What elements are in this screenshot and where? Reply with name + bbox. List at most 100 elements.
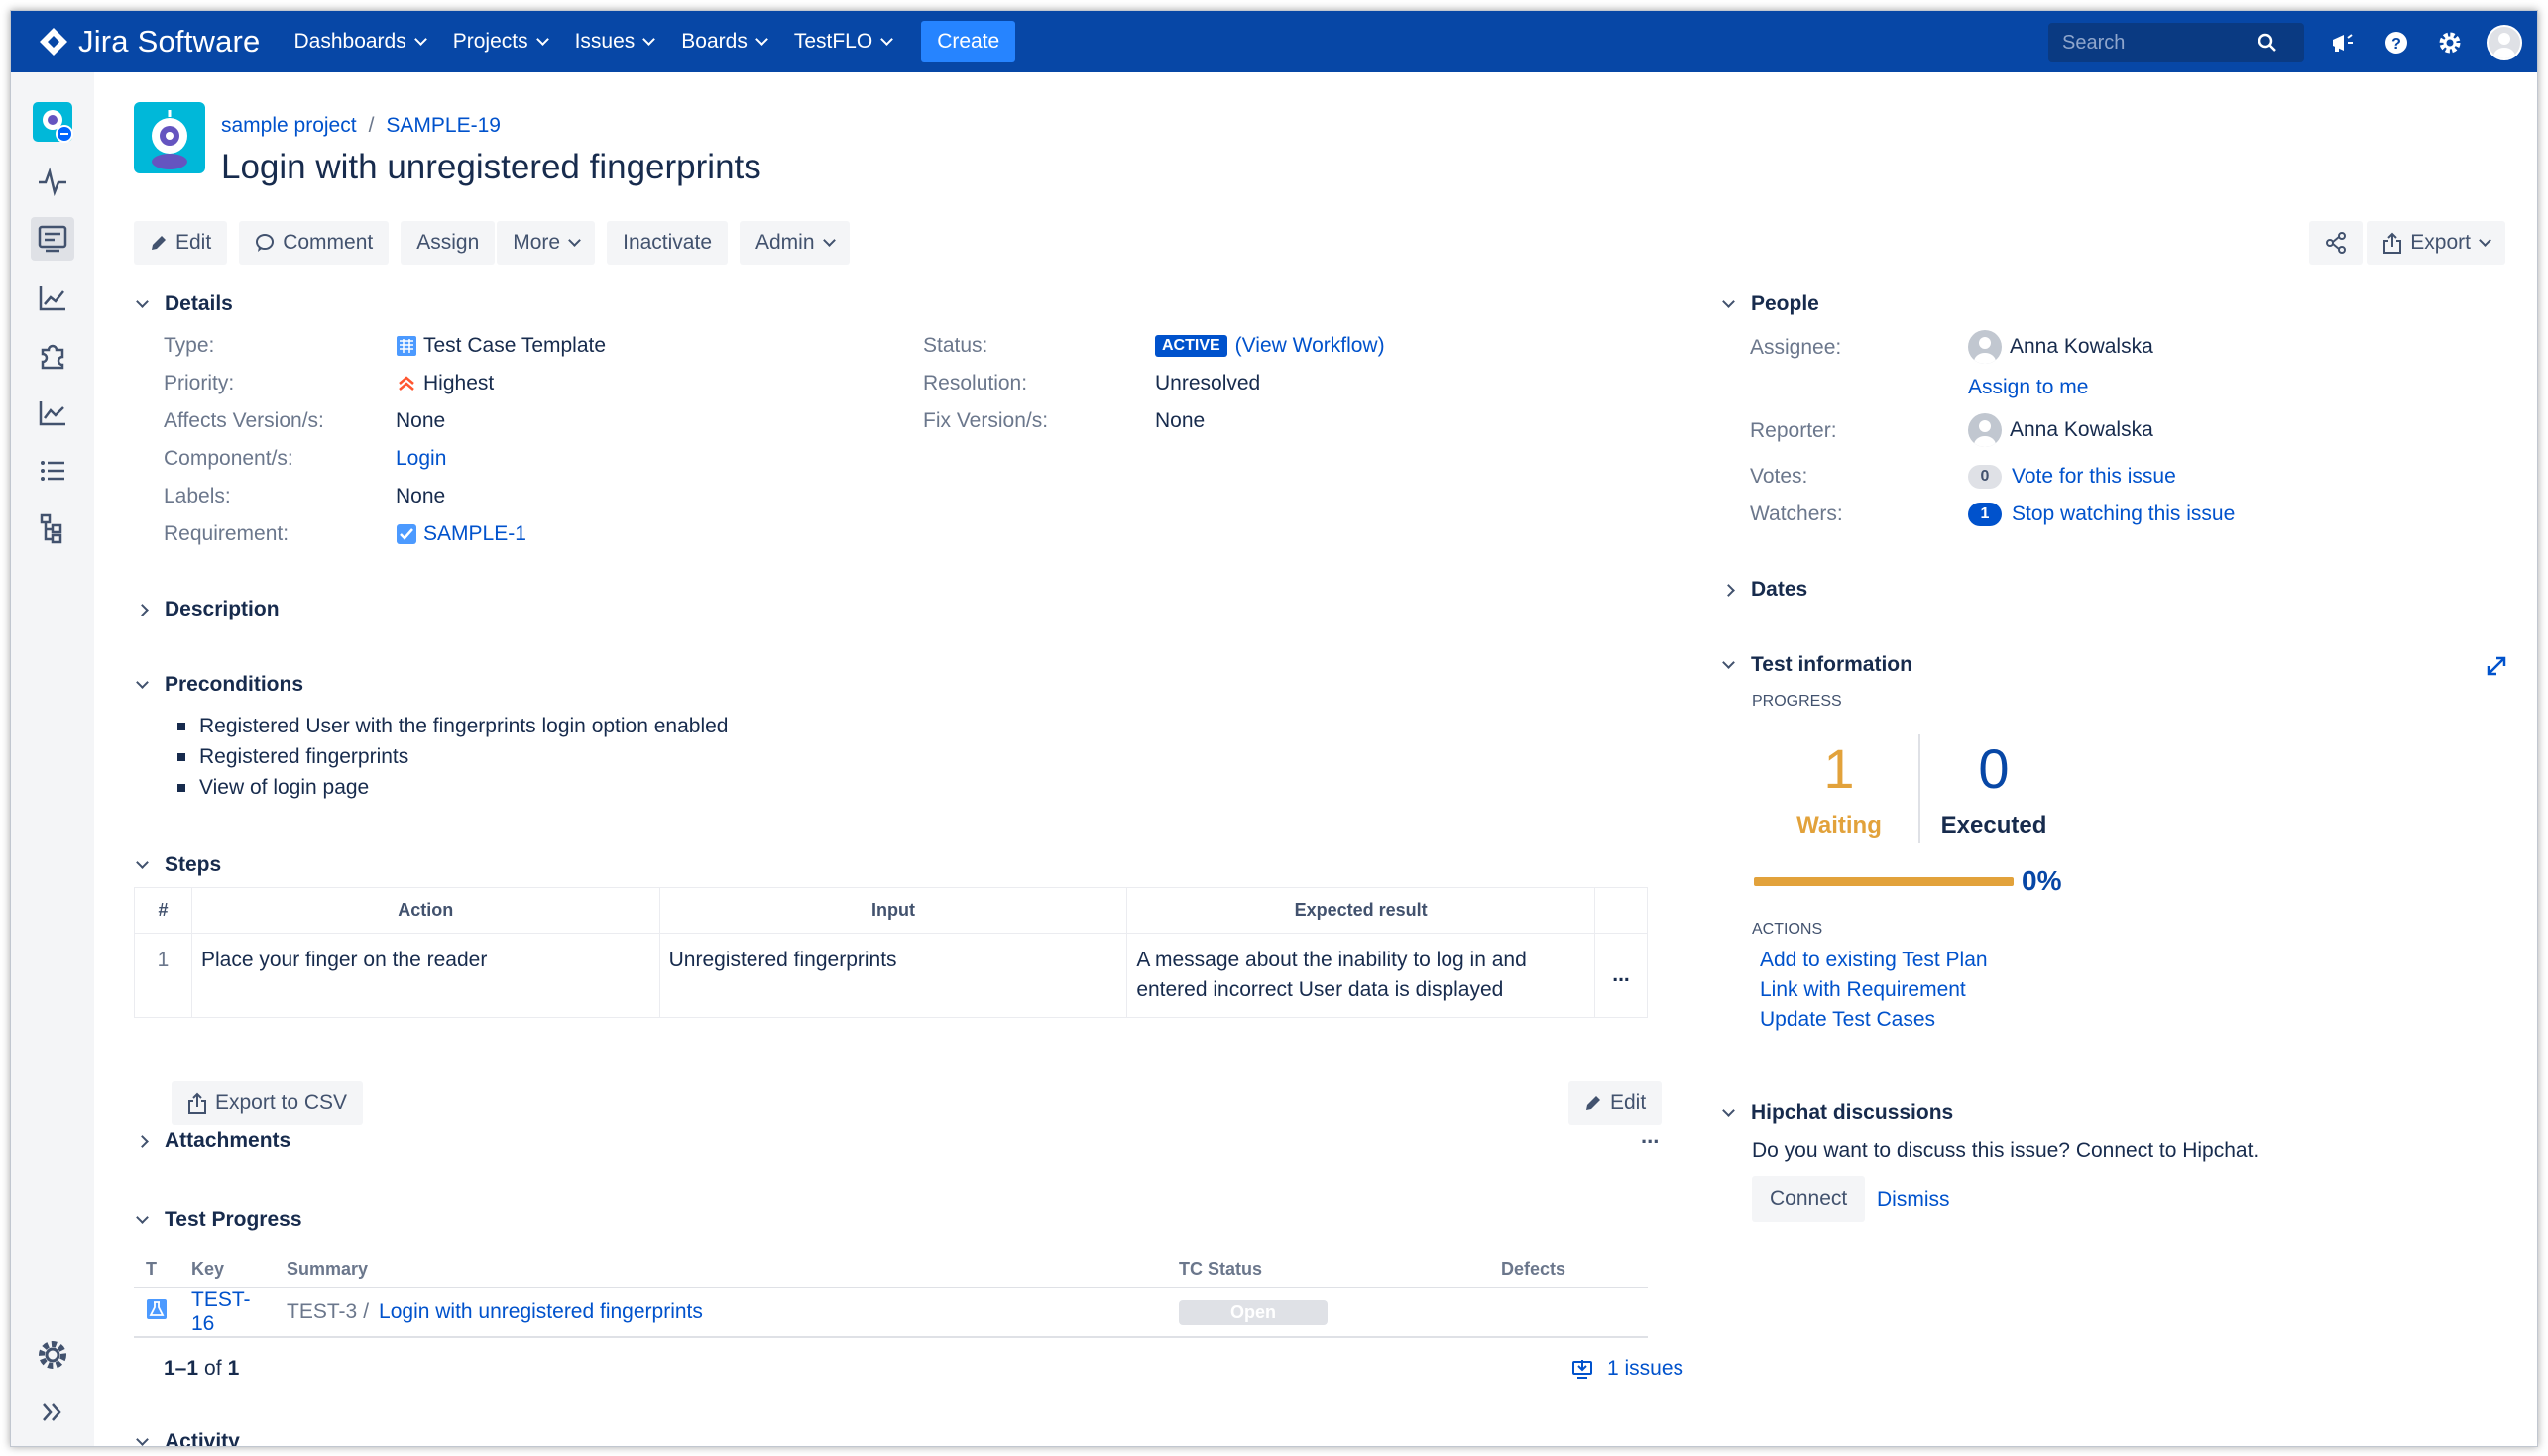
update-test-cases-link[interactable]: Update Test Cases	[1760, 1008, 1935, 1032]
more-button[interactable]: More	[497, 221, 596, 265]
brand[interactable]: Jira Software	[39, 24, 261, 59]
breadcrumb-issue-link[interactable]: SAMPLE-19	[386, 114, 501, 138]
activity-section-toggle[interactable]: Activity	[136, 1430, 240, 1447]
dates-section-toggle[interactable]: Dates	[1722, 578, 1807, 602]
executed-count: 0	[1978, 737, 2010, 800]
connect-button[interactable]: Connect	[1752, 1176, 1866, 1222]
export-csv-button[interactable]: Export to CSV	[172, 1081, 364, 1125]
user-avatar[interactable]	[2487, 25, 2522, 60]
steps-section-toggle[interactable]: Steps	[136, 853, 221, 877]
search-input[interactable]	[2048, 31, 2257, 55]
test-information-section-toggle[interactable]: Test information	[1722, 653, 1912, 677]
vote-link[interactable]: Vote for this issue	[2012, 465, 2176, 489]
preconditions-section-toggle[interactable]: Preconditions	[136, 673, 303, 697]
test-key-link[interactable]: TEST-16	[191, 1288, 251, 1335]
search-icon[interactable]	[2257, 32, 2278, 54]
project-avatar-icon[interactable]	[31, 100, 74, 144]
expand-icon[interactable]	[2484, 653, 2509, 679]
share-button[interactable]	[2309, 221, 2364, 265]
tc-status-cell: Open	[1167, 1288, 1489, 1338]
notifications-megaphone-icon[interactable]	[2326, 26, 2360, 59]
votes-count-badge: 0	[1968, 465, 2002, 489]
nav-projects[interactable]: Projects	[452, 30, 549, 54]
stop-watching-link[interactable]: Stop watching this issue	[2012, 503, 2235, 526]
settings-gear-icon[interactable]	[2433, 26, 2467, 59]
column-header-actions	[1593, 887, 1649, 934]
details-section-toggle[interactable]: Details	[136, 292, 233, 316]
defects-cell	[1489, 1288, 1648, 1338]
inactivate-button[interactable]: Inactivate	[607, 221, 728, 265]
steps-edit-button[interactable]: Edit	[1568, 1081, 1663, 1125]
dismiss-link[interactable]: Dismiss	[1877, 1188, 1950, 1212]
summary-cell: TEST-3 / Login with unregistered fingerpri…	[275, 1288, 1167, 1338]
link-with-requirement-link[interactable]: Link with Requirement	[1760, 978, 1966, 1002]
edit-button[interactable]: Edit	[134, 221, 228, 265]
chevron-down-icon	[136, 294, 149, 308]
chevron-down-icon	[413, 33, 427, 46]
jira-logo-icon	[40, 28, 67, 56]
nav-boards[interactable]: Boards	[681, 30, 768, 54]
hipchat-section-toggle[interactable]: Hipchat discussions	[1722, 1101, 1953, 1125]
column-header: Action	[190, 887, 660, 934]
project-avatar[interactable]	[134, 102, 205, 173]
step-more-menu[interactable]: ...	[1593, 933, 1649, 1018]
nav-label: Projects	[452, 30, 528, 53]
attachments-section-toggle[interactable]: Attachments	[136, 1129, 290, 1153]
people-heading: People	[1751, 292, 1819, 315]
requirement-link[interactable]: SAMPLE-1	[423, 522, 526, 546]
component-link[interactable]: Login	[396, 447, 446, 471]
expand-sidebar-icon[interactable]	[31, 1391, 74, 1434]
table-row[interactable]: TEST-16 TEST-3 / Login with unregistered f…	[134, 1288, 1648, 1338]
people-section-toggle[interactable]: People	[1722, 292, 1819, 316]
table-row[interactable]: 1 Place your finger on the reader Unregi…	[134, 933, 1649, 1018]
type-cell	[134, 1288, 179, 1338]
issues-link[interactable]: 1 issues	[1607, 1357, 1683, 1381]
description-section-toggle[interactable]: Description	[136, 598, 280, 621]
hierarchy-tree-icon[interactable]	[31, 506, 74, 550]
add-to-test-plan-link[interactable]: Add to existing Test Plan	[1760, 949, 1988, 972]
reporter-name: Anna Kowalska	[2010, 418, 2153, 441]
search-box	[2048, 23, 2304, 62]
reporter-value[interactable]: Anna Kowalska	[1968, 413, 2153, 447]
list-icon[interactable]	[31, 449, 74, 493]
issues-board-icon[interactable]	[31, 217, 74, 261]
chevron-right-icon	[136, 603, 149, 616]
parent-key[interactable]: TEST-3	[287, 1300, 357, 1323]
activity-pulse-icon[interactable]	[31, 160, 74, 203]
nav-dashboards[interactable]: Dashboards	[294, 30, 427, 54]
precondition-item: Registered fingerprints	[177, 745, 408, 769]
nav-testflo[interactable]: TestFLO	[794, 30, 894, 54]
assign-to-me-link[interactable]: Assign to me	[1968, 376, 2088, 399]
step-action[interactable]: Place your finger on the reader	[190, 933, 660, 1018]
issue-navigator-icon	[1572, 1360, 1592, 1379]
issue-title[interactable]: Login with unregistered fingerprints	[221, 148, 761, 187]
summary-link[interactable]: Login with unregistered fingerprints	[379, 1300, 703, 1323]
create-button[interactable]: Create	[921, 21, 1016, 62]
reports-chart-icon[interactable]	[31, 277, 74, 320]
nav-issues[interactable]: Issues	[575, 30, 656, 54]
attachments-more-menu[interactable]: ...	[1641, 1123, 1659, 1149]
analytics-chart-icon[interactable]	[31, 392, 74, 435]
issue-toolbar-right: Export	[2309, 221, 2505, 265]
watchers-count-badge: 1	[1968, 503, 2002, 526]
admin-button[interactable]: Admin	[740, 221, 850, 265]
step-input[interactable]: Unregistered fingerprints	[658, 933, 1128, 1018]
requirement-value[interactable]: SAMPLE-1	[396, 522, 526, 546]
test-progress-table: T Key Summary TC Status Defects TEST-16 …	[134, 1252, 1648, 1338]
test-progress-section-toggle[interactable]: Test Progress	[136, 1208, 302, 1232]
assignee-value[interactable]: Anna Kowalska	[1968, 330, 2153, 364]
help-icon[interactable]: ?	[2379, 26, 2413, 59]
breadcrumb-project-link[interactable]: sample project	[221, 114, 357, 138]
comment-button[interactable]: Comment	[239, 221, 390, 265]
export-button[interactable]: Export	[2367, 221, 2505, 265]
activity-heading: Activity	[165, 1430, 240, 1447]
pagination-total: 1	[227, 1357, 240, 1380]
step-expected-result[interactable]: A message about the inability to log in …	[1126, 933, 1595, 1018]
project-settings-gear-icon[interactable]	[31, 1333, 74, 1377]
addons-puzzle-icon[interactable]	[31, 334, 74, 378]
comment-label: Comment	[283, 231, 374, 254]
assign-button[interactable]: Assign	[401, 221, 496, 265]
issues-link-group[interactable]: 1 issues	[1571, 1357, 1683, 1381]
share-icon	[2326, 232, 2347, 254]
view-workflow-link[interactable]: (View Workflow)	[1235, 334, 1385, 358]
